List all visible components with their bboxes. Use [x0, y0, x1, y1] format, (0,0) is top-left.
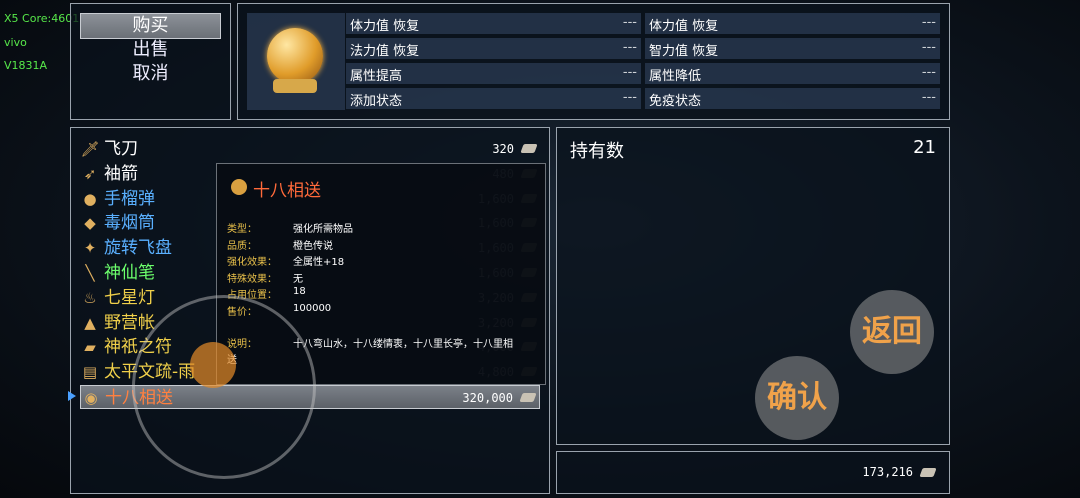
stat-value: ---: [921, 40, 936, 55]
back-button[interactable]: 返回: [850, 290, 934, 374]
stat-row: 智力值 恢复 ---: [645, 38, 940, 59]
debug-model-text: V1831A: [4, 59, 48, 72]
tooltip-value: 强化所需物品: [293, 224, 353, 235]
stat-row: 体力值 恢复 ---: [346, 13, 641, 34]
confirm-button[interactable]: 确认: [755, 356, 839, 440]
stat-row: 添加状态 ---: [346, 88, 641, 109]
smoke-tube-icon: ◆: [84, 214, 96, 233]
stat-value: ---: [622, 15, 637, 30]
tooltip-value: 全属性+18: [293, 257, 345, 268]
tooltip-key: 强化效果：: [227, 257, 277, 268]
stat-value: ---: [921, 65, 936, 80]
stat-label: 属性降低: [649, 69, 702, 84]
item-name: 旋转飞盘: [104, 238, 172, 259]
item-name: 袖箭: [104, 163, 138, 184]
knife-icon: 🗡: [80, 140, 100, 158]
crystal-ball-icon: [267, 28, 323, 84]
brush-icon: ╲: [85, 264, 95, 282]
sleeve-arrow-icon: ➶: [83, 164, 97, 183]
stat-row: 体力值 恢复 ---: [645, 13, 940, 34]
tooltip-value: 无: [293, 273, 303, 285]
item-preview-panel: [247, 13, 345, 110]
item-name: 神仙笔: [104, 263, 155, 283]
tooltip-value: 18: [293, 286, 306, 297]
scroll-icon: ◉: [84, 389, 98, 407]
item-name: 毒烟筒: [104, 213, 155, 234]
joystick-ring[interactable]: [132, 295, 316, 479]
tooltip-value: 100000: [293, 302, 332, 314]
selection-cursor-icon: [68, 391, 76, 401]
cancel-command[interactable]: 取消: [80, 62, 221, 86]
stat-value: ---: [921, 15, 936, 30]
talisman-icon: ▰: [84, 338, 96, 357]
buy-command[interactable]: 购买: [80, 13, 221, 39]
stat-value: ---: [921, 90, 936, 105]
item-name: 手榴弹: [104, 188, 155, 209]
item-name: 野营帐: [104, 312, 155, 333]
joystick-knob[interactable]: [190, 342, 236, 388]
disc-icon: ✦: [83, 239, 97, 258]
scroll-icon: [231, 179, 247, 195]
tooltip-desc-line1: 十八弯山水，十八缕情衷，十八里长亭，十八里相: [293, 339, 513, 350]
stat-label: 体力值 恢复: [649, 19, 719, 34]
holding-window: [556, 127, 950, 445]
stat-value: ---: [622, 90, 637, 105]
stat-value: ---: [622, 40, 637, 55]
tooltip-value: 橙色传说: [293, 240, 333, 252]
tooltip-title: 十八相送: [253, 181, 321, 201]
item-name: 七星灯: [104, 287, 155, 308]
gold-amount: 173,216: [862, 465, 913, 479]
stat-label: 免疫状态: [649, 94, 702, 109]
stat-row: 属性降低 ---: [645, 63, 940, 84]
stat-row: 免疫状态 ---: [645, 88, 940, 109]
tooltip-key: 品质：: [227, 240, 257, 252]
stat-row: 属性提高 ---: [346, 63, 641, 84]
stat-label: 智力值 恢复: [649, 44, 719, 59]
stat-label: 添加状态: [350, 94, 403, 109]
stat-row: 法力值 恢复 ---: [346, 38, 641, 59]
holding-count: 21: [913, 137, 936, 158]
tooltip-key: 类型：: [227, 224, 257, 235]
stat-label: 法力值 恢复: [350, 44, 420, 59]
tent-icon: ▲: [84, 313, 96, 332]
holding-label: 持有数: [570, 141, 624, 162]
tooltip-key: 特殊效果：: [227, 273, 277, 285]
debug-brand-text: vivo: [4, 36, 27, 49]
item-row[interactable]: 🗡 飞刀 320: [80, 137, 540, 161]
crystal-ball-base: [273, 79, 317, 93]
book-icon: ▤: [82, 363, 98, 382]
grenade-icon: ●: [83, 189, 97, 208]
sell-command[interactable]: 出售: [80, 38, 221, 62]
stat-label: 体力值 恢复: [350, 19, 420, 34]
lamp-icon: ♨: [83, 288, 97, 307]
stat-value: ---: [622, 65, 637, 80]
item-name: 飞刀: [104, 139, 138, 159]
stat-label: 属性提高: [350, 69, 403, 84]
